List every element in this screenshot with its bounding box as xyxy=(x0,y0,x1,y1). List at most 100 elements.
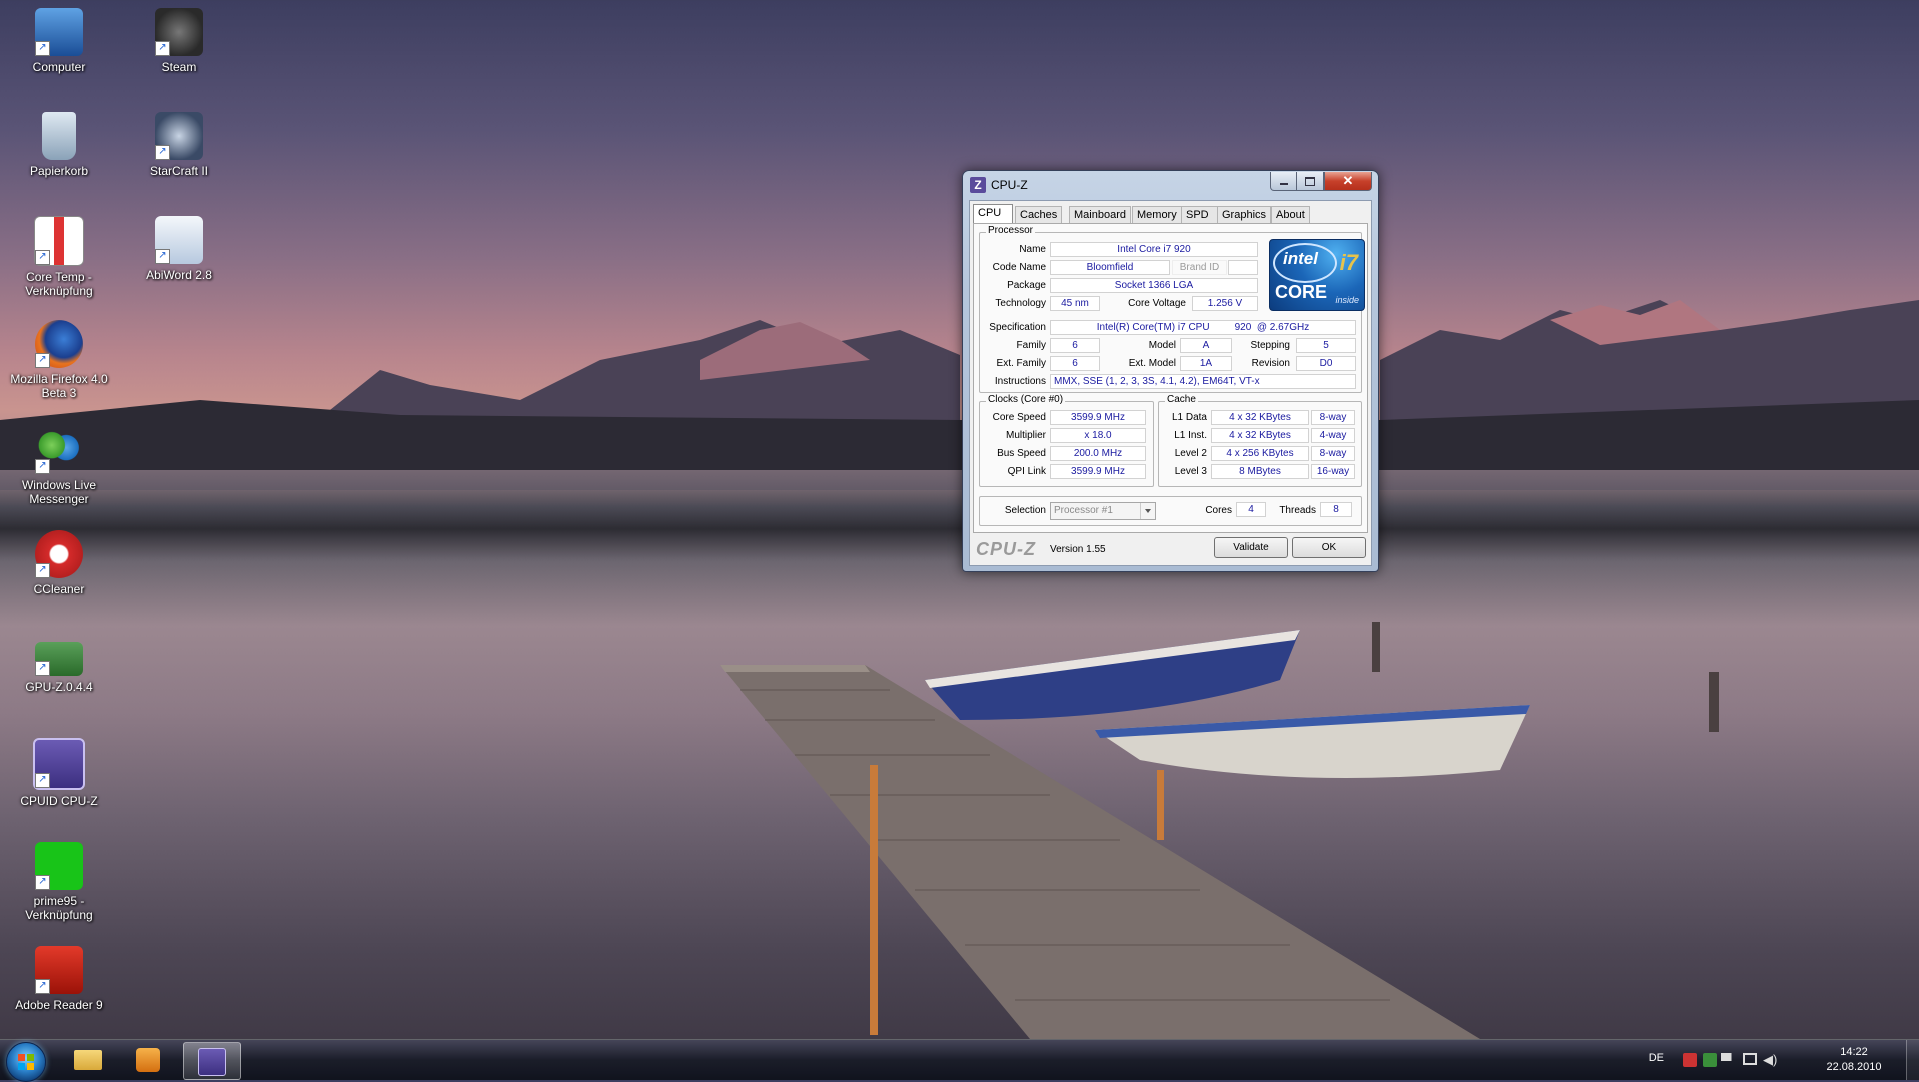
stepping-label: Stepping xyxy=(1250,340,1290,351)
intel-brand-text: intel xyxy=(1283,249,1318,268)
cores-value: 4 xyxy=(1236,502,1266,517)
taskbar: DE ◀) 14:22 22.08.2010 xyxy=(0,1039,1919,1082)
technology-value: 45 nm xyxy=(1050,296,1100,311)
thermometer-icon: ↗ xyxy=(34,216,84,266)
cache-row-label: L1 Data xyxy=(1171,412,1207,423)
processor-group: Processor Name Intel Core i7 920 Code Na… xyxy=(979,225,1365,393)
revision-value: D0 xyxy=(1296,356,1356,371)
chevron-down-icon[interactable] xyxy=(1140,503,1155,519)
desktop-icon-label: Steam xyxy=(161,60,197,74)
cache-size-value: 4 x 256 KBytes xyxy=(1211,446,1309,461)
processor-select[interactable]: Processor #1 xyxy=(1050,502,1156,520)
desktop-icon-label: Papierkorb xyxy=(29,164,89,178)
revision-label: Revision xyxy=(1251,358,1290,369)
clocks-group: Clocks (Core #0) Core Speed 3599.9 MHz M… xyxy=(979,394,1154,487)
desktop-icon-abiword[interactable]: ↗ AbiWord 2.8 xyxy=(129,216,229,282)
core-voltage-value: 1.256 V xyxy=(1192,296,1258,311)
network-icon[interactable] xyxy=(1743,1053,1757,1065)
taskbar-cpuz-button[interactable] xyxy=(183,1042,241,1080)
qpi-link-value: 3599.9 MHz xyxy=(1050,464,1146,479)
tray-security-icon[interactable] xyxy=(1703,1053,1717,1067)
tab-caches[interactable]: Caches xyxy=(1015,206,1063,223)
desktop-icon-label: StarCraft II xyxy=(149,164,208,178)
desktop-icon-core-temp[interactable]: ↗ Core Temp - Verknüpfung xyxy=(9,216,109,298)
volume-icon[interactable]: ◀) xyxy=(1763,1053,1777,1067)
tab-cpu[interactable]: CPU xyxy=(973,204,1013,224)
tab-memory[interactable]: Memory xyxy=(1132,206,1182,223)
maximize-button[interactable] xyxy=(1296,172,1324,191)
codename-value: Bloomfield xyxy=(1050,260,1170,275)
desktop-wallpaper xyxy=(0,300,1919,1039)
tray-app-icon[interactable] xyxy=(1683,1053,1697,1067)
desktop-icon-label: Mozilla Firefox 4.0 Beta 3 xyxy=(10,372,108,400)
recycle-bin-icon xyxy=(42,112,76,160)
window-titlebar[interactable]: Z CPU-Z ✕ xyxy=(963,171,1378,199)
instructions-value: MMX, SSE (1, 2, 3, 3S, 4.1, 4.2), EM64T,… xyxy=(1050,374,1356,389)
minimize-button[interactable] xyxy=(1270,172,1298,191)
show-desktop-button[interactable] xyxy=(1906,1040,1919,1080)
desktop-icon-ccleaner[interactable]: ↗ CCleaner xyxy=(9,530,109,596)
ok-button[interactable]: OK xyxy=(1292,537,1366,558)
cpuz-app-icon[interactable]: Z xyxy=(970,177,986,193)
desktop-icon-computer[interactable]: ↗ Computer xyxy=(9,8,109,74)
desktop-icon-prime95[interactable]: ↗ prime95 - Verknüpfung xyxy=(9,842,109,922)
desktop-icon-cpu-z[interactable]: ↗ CPUID CPU-Z xyxy=(9,738,109,808)
taskbar-media-player-button[interactable] xyxy=(120,1042,176,1078)
start-button[interactable] xyxy=(6,1042,46,1082)
cache-group: Cache L1 Data 4 x 32 KBytes 8-way L1 Ins… xyxy=(1158,394,1362,487)
desktop-icon-steam[interactable]: ↗ Steam xyxy=(129,8,229,74)
cores-label: Cores xyxy=(1205,505,1232,516)
clocks-group-label: Clocks (Core #0) xyxy=(986,394,1066,405)
selection-group: Selection Processor #1 Cores 4 Threads 8 xyxy=(979,496,1362,526)
language-indicator[interactable]: DE xyxy=(1649,1052,1664,1064)
desktop-icon-recycle-bin[interactable]: Papierkorb xyxy=(9,112,109,178)
desktop-icon-adobe-reader[interactable]: ↗ Adobe Reader 9 xyxy=(9,946,109,1012)
cache-row-label: Level 3 xyxy=(1174,466,1207,477)
clock[interactable]: 14:22 22.08.2010 xyxy=(1819,1045,1889,1075)
qpi-link-label: QPI Link xyxy=(1007,466,1046,477)
core-voltage-label: Core Voltage xyxy=(1128,298,1186,309)
cache-assoc-value: 8-way xyxy=(1311,446,1355,461)
desktop-icon-firefox[interactable]: ↗ Mozilla Firefox 4.0 Beta 3 xyxy=(9,320,109,400)
close-button[interactable]: ✕ xyxy=(1324,172,1372,191)
desktop-icon-label: Computer xyxy=(32,60,86,74)
technology-label: Technology xyxy=(995,298,1046,309)
adobe-reader-icon: ↗ xyxy=(35,946,83,994)
cache-row-label: Level 2 xyxy=(1174,448,1207,459)
clock-date: 22.08.2010 xyxy=(1826,1061,1882,1073)
specification-value: Intel(R) Core(TM) i7 CPU 920 @ 2.67GHz xyxy=(1050,320,1356,335)
cpuz-logo-text: CPU-Z xyxy=(976,539,1036,559)
validate-button[interactable]: Validate xyxy=(1214,537,1288,558)
action-center-flag-icon[interactable] xyxy=(1721,1053,1737,1061)
cache-size-value: 4 x 32 KBytes xyxy=(1211,428,1309,443)
ext-family-label: Ext. Family xyxy=(996,358,1046,369)
computer-icon: ↗ xyxy=(35,8,83,56)
cache-row-label: L1 Inst. xyxy=(1174,430,1207,441)
tab-about[interactable]: About xyxy=(1271,206,1310,223)
tab-graphics[interactable]: Graphics xyxy=(1217,206,1272,223)
desktop-icon-messenger[interactable]: ↗ Windows Live Messenger xyxy=(9,426,109,506)
desktop-icon-gpu-z[interactable]: ↗ GPU-Z.0.4.4 xyxy=(9,634,109,694)
cache-size-value: 4 x 32 KBytes xyxy=(1211,410,1309,425)
desktop-icon-starcraft[interactable]: ↗ StarCraft II xyxy=(129,112,229,178)
desktop-icon-label: Adobe Reader 9 xyxy=(15,998,103,1012)
taskbar-explorer-button[interactable] xyxy=(60,1042,116,1078)
multiplier-value: x 18.0 xyxy=(1050,428,1146,443)
specification-label: Specification xyxy=(989,322,1046,333)
stepping-value: 5 xyxy=(1296,338,1356,353)
messenger-icon: ↗ xyxy=(35,426,83,474)
window-footer: CPU-Z Version 1.55 Validate OK xyxy=(970,533,1371,563)
desktop-icon-label: Windows Live Messenger xyxy=(21,478,97,506)
intel-model-text: i7 xyxy=(1339,250,1358,275)
bus-speed-value: 200.0 MHz xyxy=(1050,446,1146,461)
package-label: Package xyxy=(1007,280,1046,291)
brand-id-value xyxy=(1228,260,1258,275)
multiplier-label: Multiplier xyxy=(1005,430,1046,441)
folder-icon xyxy=(74,1050,102,1070)
cpuz-window[interactable]: Z CPU-Z ✕ CPU Caches Mainboard Memory SP… xyxy=(962,170,1379,572)
system-tray: DE ◀) 14:22 22.08.2010 xyxy=(1619,1040,1919,1080)
tab-mainboard[interactable]: Mainboard xyxy=(1069,206,1131,223)
starcraft-icon: ↗ xyxy=(155,112,203,160)
intel-core-i7-logo: intel i7 CORE inside xyxy=(1269,239,1365,311)
processor-select-value: Processor #1 xyxy=(1054,505,1113,516)
